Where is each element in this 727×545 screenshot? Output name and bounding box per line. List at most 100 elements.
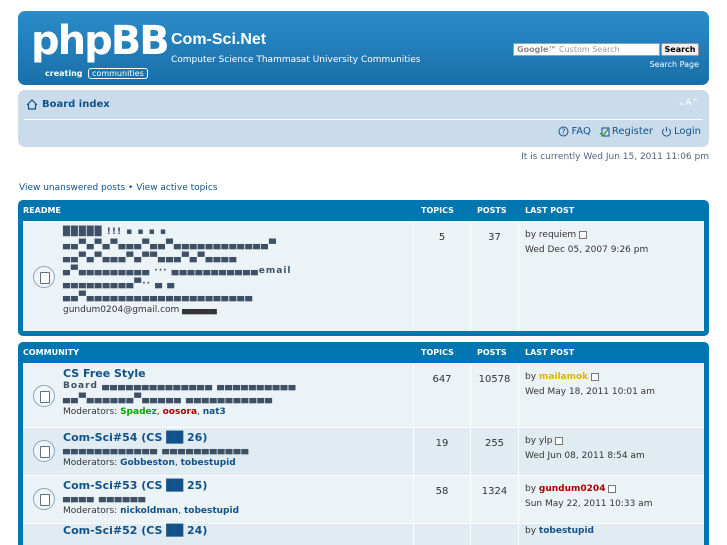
moderator-link[interactable]: oosora bbox=[163, 407, 197, 417]
last-post: by gundum0204 Sun May 22, 2011 10:33 am bbox=[518, 476, 704, 523]
logo-sub-creating: creating bbox=[45, 69, 83, 78]
forum-desc-email: gundum0204@gmail.com ▄▄▄▄▄ bbox=[63, 305, 217, 315]
forum-description: █████ !!! ▪ ▪ ▪ ▪ ▄▄▀▄▀▄▀▄▄▄▀▄▄▀▄▄▄▄▄▄▄▄… bbox=[63, 226, 408, 317]
register-label: Register bbox=[611, 126, 654, 137]
col-posts: POSTS bbox=[477, 206, 507, 215]
last-post-user[interactable]: tobestupid bbox=[539, 526, 594, 536]
site-title[interactable]: Com-Sci.Net bbox=[171, 31, 266, 49]
col-last-post: LAST POST bbox=[525, 348, 575, 357]
section-header: COMMUNITY TOPICS POSTS LAST POST bbox=[23, 342, 704, 363]
register-link[interactable]: Register bbox=[599, 126, 653, 137]
view-post-icon[interactable] bbox=[555, 436, 564, 445]
forum-title[interactable]: Com-Sci#54 (CS ██ 26) bbox=[63, 431, 408, 444]
forum-description: Com-Sci#52 (CS ██ 24) bbox=[63, 524, 408, 537]
logo-sub-communities: communities bbox=[88, 68, 148, 79]
forum-desc-line: Board ▄▄▄▄▄▄▄▄▄▄▄▄▄▄ ▄▄▄▄▄▄▄▄▄▄ bbox=[63, 381, 297, 391]
last-post: by tobestupid bbox=[518, 524, 704, 545]
view-post-icon[interactable] bbox=[579, 230, 588, 239]
search-placeholder: Custom Search bbox=[559, 45, 620, 54]
last-post-by: by bbox=[525, 526, 537, 536]
last-post-date: Sun May 22, 2011 10:33 am bbox=[525, 499, 653, 509]
moderator-link[interactable]: Spadez bbox=[120, 407, 157, 417]
forum-description: CS Free Style Board ▄▄▄▄▄▄▄▄▄▄▄▄▄▄ ▄▄▄▄▄… bbox=[63, 367, 408, 419]
quick-links-separator: • bbox=[125, 183, 137, 193]
topics-count: 5 bbox=[413, 222, 470, 331]
moderators-label: Moderators: bbox=[63, 407, 118, 417]
forum-section-readme: README TOPICS POSTS LAST POST █████ !!! … bbox=[18, 200, 709, 336]
last-post-user[interactable]: requiem bbox=[539, 230, 576, 240]
forum-desc-line: ▄▄▄▄ ▄▄▄▄▄▄ bbox=[63, 493, 147, 503]
forum-desc-line[interactable]: █████ !!! ▪ ▪ ▪ ▪ bbox=[63, 226, 408, 239]
view-post-icon[interactable] bbox=[591, 372, 600, 381]
section-title[interactable]: README bbox=[23, 206, 61, 215]
search-button[interactable]: Search bbox=[661, 43, 699, 56]
posts-count bbox=[470, 524, 518, 545]
current-time: It is currently Wed Jun 15, 2011 11:06 p… bbox=[521, 152, 709, 162]
faq-link[interactable]: ? FAQ bbox=[558, 126, 591, 137]
power-icon bbox=[662, 127, 672, 137]
font-size-toggle[interactable]: ⌄A⌃ bbox=[678, 98, 699, 108]
user-links: ? FAQ Register Login bbox=[558, 126, 701, 137]
topics-count bbox=[413, 524, 470, 545]
moderator-link[interactable]: nat3 bbox=[203, 407, 226, 417]
login-link[interactable]: Login bbox=[661, 126, 701, 137]
posts-count: 255 bbox=[470, 428, 518, 475]
svg-text:?: ? bbox=[562, 128, 566, 137]
logo-tagline: creating communities bbox=[45, 68, 148, 79]
search-page-link[interactable]: Search Page bbox=[650, 60, 699, 69]
moderator-link[interactable]: nickoldman bbox=[120, 506, 178, 516]
breadcrumb: Board index bbox=[26, 99, 110, 110]
last-post-by: by bbox=[525, 436, 537, 446]
forum-description: Com-Sci#54 (CS ██ 26) ▄▄▄▄▄▄▄▄▄▄▄▄ ▄▄▄▄▄… bbox=[63, 431, 408, 470]
posts-count: 37 bbox=[470, 222, 518, 331]
forum-desc-line: ▄▄▀▄▄▄▄▄▄▄▄▄▄▄▄▄▄▄▄▄▄▄▄▄ bbox=[63, 292, 254, 302]
forum-desc-line: ▄▄▀▄▄▄▄▄▄▀▄▄▄▄▄ ▄▄▄▄▄▄▄▄▄▄▄ bbox=[63, 394, 274, 404]
moderators-label: Moderators: bbox=[63, 506, 118, 516]
moderator-link[interactable]: tobestupid bbox=[184, 506, 239, 516]
last-post-by: by bbox=[525, 372, 537, 382]
section-header: README TOPICS POSTS LAST POST bbox=[23, 200, 704, 221]
topics-count: 647 bbox=[413, 364, 470, 427]
last-post: by mailamok Wed May 18, 2011 10:01 am bbox=[518, 364, 704, 427]
last-post-by: by bbox=[525, 484, 537, 494]
forum-read-icon bbox=[33, 266, 55, 288]
last-post: by requiem Wed Dec 05, 2007 9:26 pm bbox=[518, 222, 704, 331]
forum-section-community: COMMUNITY TOPICS POSTS LAST POST CS Free… bbox=[18, 342, 709, 545]
phpbb-logo[interactable]: phpBB creating communities bbox=[31, 18, 171, 79]
forum-row: Com-Sci#52 (CS ██ 24) by tobestupid bbox=[23, 523, 704, 545]
moderators-label: Moderators: bbox=[63, 458, 118, 468]
forum-desc-line: ▄▄▄▄▄▄▄▄▄▄▄▄ ▄▄▄▄▄▄▄▄▄▄▄ bbox=[63, 445, 250, 455]
forum-row: █████ !!! ▪ ▪ ▪ ▪ ▄▄▀▄▀▄▀▄▄▄▀▄▄▀▄▄▄▄▄▄▄▄… bbox=[23, 221, 704, 331]
topics-count: 58 bbox=[413, 476, 470, 523]
forum-row: Com-Sci#53 (CS ██ 25) ▄▄▄▄ ▄▄▄▄▄▄ Modera… bbox=[23, 475, 704, 523]
register-icon bbox=[599, 127, 610, 137]
forum-title[interactable]: CS Free Style bbox=[63, 367, 408, 380]
posts-count: 1324 bbox=[470, 476, 518, 523]
active-topics-link[interactable]: View active topics bbox=[136, 183, 217, 193]
forum-read-icon bbox=[33, 440, 55, 462]
quick-links: View unanswered posts • View active topi… bbox=[19, 183, 218, 193]
forum-read-icon bbox=[33, 488, 55, 510]
col-posts: POSTS bbox=[477, 348, 507, 357]
last-post-user[interactable]: ylp bbox=[539, 436, 553, 446]
col-topics: TOPICS bbox=[421, 348, 454, 357]
forum-title[interactable]: Com-Sci#53 (CS ██ 25) bbox=[63, 479, 408, 492]
forum-read-icon bbox=[33, 385, 55, 407]
section-title[interactable]: COMMUNITY bbox=[23, 348, 79, 357]
last-post-user[interactable]: mailamok bbox=[539, 372, 588, 382]
search-input[interactable]: Google™ Custom Search bbox=[513, 43, 660, 56]
posts-count: 10578 bbox=[470, 364, 518, 427]
unanswered-posts-link[interactable]: View unanswered posts bbox=[19, 183, 125, 193]
forum-desc-line: ▄▄▄▄▄▄▄▄▄▀·· ▄ ▄ bbox=[63, 279, 176, 289]
view-post-icon[interactable] bbox=[608, 484, 617, 493]
forum-title[interactable]: Com-Sci#52 (CS ██ 24) bbox=[63, 524, 408, 537]
last-post-date: Wed Dec 05, 2007 9:26 pm bbox=[525, 245, 649, 255]
moderators: Moderators: nickoldman, tobestupid bbox=[63, 506, 240, 516]
board-index-link[interactable]: Board index bbox=[42, 99, 110, 110]
moderator-link[interactable]: Gobbeston bbox=[120, 458, 175, 468]
last-post-date: Wed Jun 08, 2011 8:54 am bbox=[525, 451, 645, 461]
moderator-link[interactable]: tobestupid bbox=[181, 458, 236, 468]
last-post-user[interactable]: gundum0204 bbox=[539, 484, 606, 494]
forum-desc-line: ▄▄▀▄▀▄▀▄▄▄▀▄▄▀▄▄▄▄▄▄▄▄▄▄▄▄▀ bbox=[63, 240, 277, 250]
site-header: phpBB creating communities Com-Sci.Net C… bbox=[18, 11, 709, 85]
